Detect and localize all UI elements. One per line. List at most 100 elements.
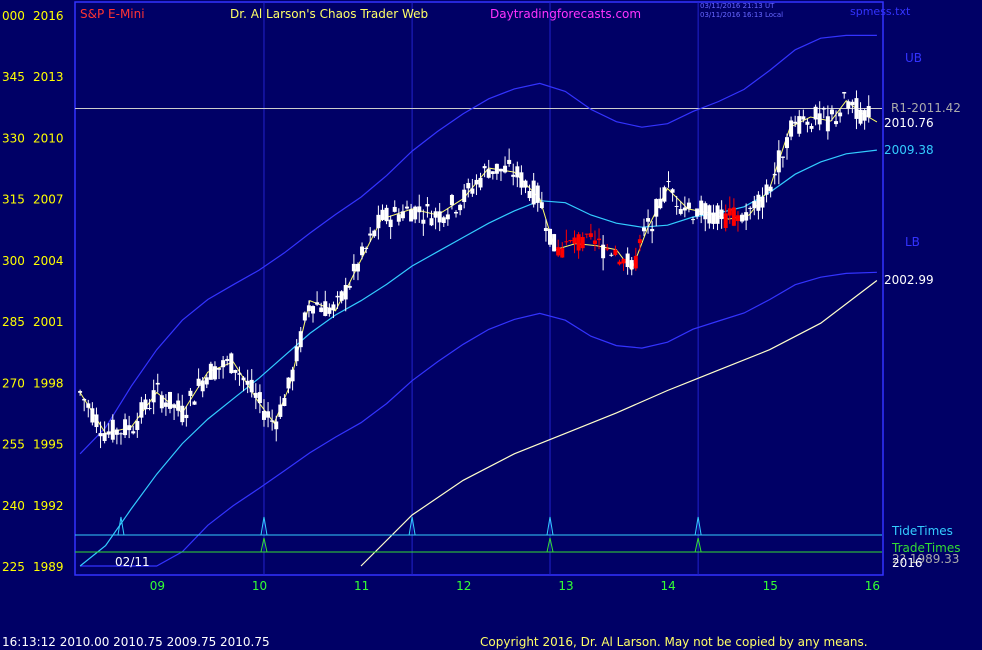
y-tick-left: 255 [2,438,25,452]
price-bar [674,205,679,207]
price-bar [609,254,614,256]
price-bar [560,248,565,258]
price-bar [617,261,622,265]
instrument-label: S&P E-Mini [80,7,145,21]
price-bar [535,185,540,203]
price-bar [278,404,283,417]
price-bar [327,307,332,314]
price-bar [270,420,275,422]
price-bar [531,180,536,205]
price-bar [756,194,761,211]
price-bar [319,307,324,312]
price-bar [760,196,765,208]
price-bar [703,203,708,220]
price-bar [474,179,479,185]
price-bar [400,211,405,219]
price-bar [196,378,201,386]
price-bar [711,212,716,224]
price-bar [257,392,262,403]
price-bar [621,258,626,264]
start-date-label: 02/11 [115,555,150,569]
price-bar [637,239,642,244]
price-bar [613,249,618,255]
site-link[interactable]: Daytradingforecasts.com [490,7,641,21]
price-bar [764,184,769,195]
price-bar [682,207,687,211]
quote-readout: 16:13:12 2010.00 2010.75 2009.75 2010.75 [2,635,270,649]
y-axis-labels: 000 2016 345 2013 330 2010 315 2007 300 2004 285 20… [2,9,64,574]
ma-slow-value: 2002.99 [884,273,934,287]
price-bar [90,408,95,423]
price-bar [413,206,418,220]
price-bar [429,218,434,226]
price-bar [780,156,785,158]
price-bar [86,403,91,408]
price-bar [576,234,581,251]
price-bar [601,244,606,259]
price-bar [192,401,197,405]
plot-background [75,2,882,575]
x-axis-labels: 09 10 11 12 13 14 15 16 [150,579,880,593]
y-tick-right: 2010 [33,131,64,145]
price-bar [854,98,859,119]
price-bar [253,392,258,398]
y-tick-left: 240 [2,499,25,513]
price-bar [552,234,557,252]
copyright-notice: Copyright 2016, Dr. Al Larson. May not b… [480,635,868,649]
price-bar [466,182,471,189]
price-bar [584,233,589,235]
price-bar [261,411,266,420]
price-bar [441,217,446,223]
price-bar [515,166,520,178]
price-bar [507,159,512,165]
price-bar [646,218,651,222]
price-bar [723,213,728,229]
price-bar [355,263,360,272]
price-bar [731,207,736,226]
price-bar [184,414,189,419]
price-bar [315,302,320,305]
price-bar [233,369,238,373]
price-bar [564,241,569,243]
price-bar [384,207,389,222]
price-bar [670,189,675,193]
price-bar [94,414,99,428]
price-bar [666,181,671,183]
price-bar [825,116,830,132]
price-bar [625,253,630,268]
price-bar [789,120,794,137]
price-bar [691,219,696,221]
price-bar [813,106,818,120]
price-bar [266,411,271,418]
y-tick-right: 2016 [33,9,64,23]
price-bar [462,189,467,203]
price-bar [809,125,814,129]
price-bar [241,377,246,381]
price-bar [433,211,438,218]
price-bar [102,433,107,442]
price-bar [445,214,450,220]
price-bar [151,390,156,403]
x-tick-label: 12 [456,579,471,593]
price-bar [163,402,168,407]
price-bar [641,227,646,232]
tide-times-label: TideTimes [891,524,953,538]
price-bar [662,187,667,202]
price-bar [744,212,749,221]
r1-label: R1-2011.42 [891,101,961,115]
price-bar [834,121,839,125]
price-bar [748,207,753,209]
price-bar [494,163,499,174]
y-tick-right: 1995 [33,438,64,452]
y-tick-left: 270 [2,376,25,390]
price-bar [225,359,230,361]
price-bar [351,263,356,272]
price-bar [650,228,655,232]
price-bar [306,305,311,312]
y-tick-left: 330 [2,131,25,145]
price-bar [597,238,602,241]
price-bar [592,240,597,245]
y-tick-right: 2001 [33,315,64,329]
year-label: 2016 [892,556,923,570]
y-tick-left: 300 [2,254,25,268]
